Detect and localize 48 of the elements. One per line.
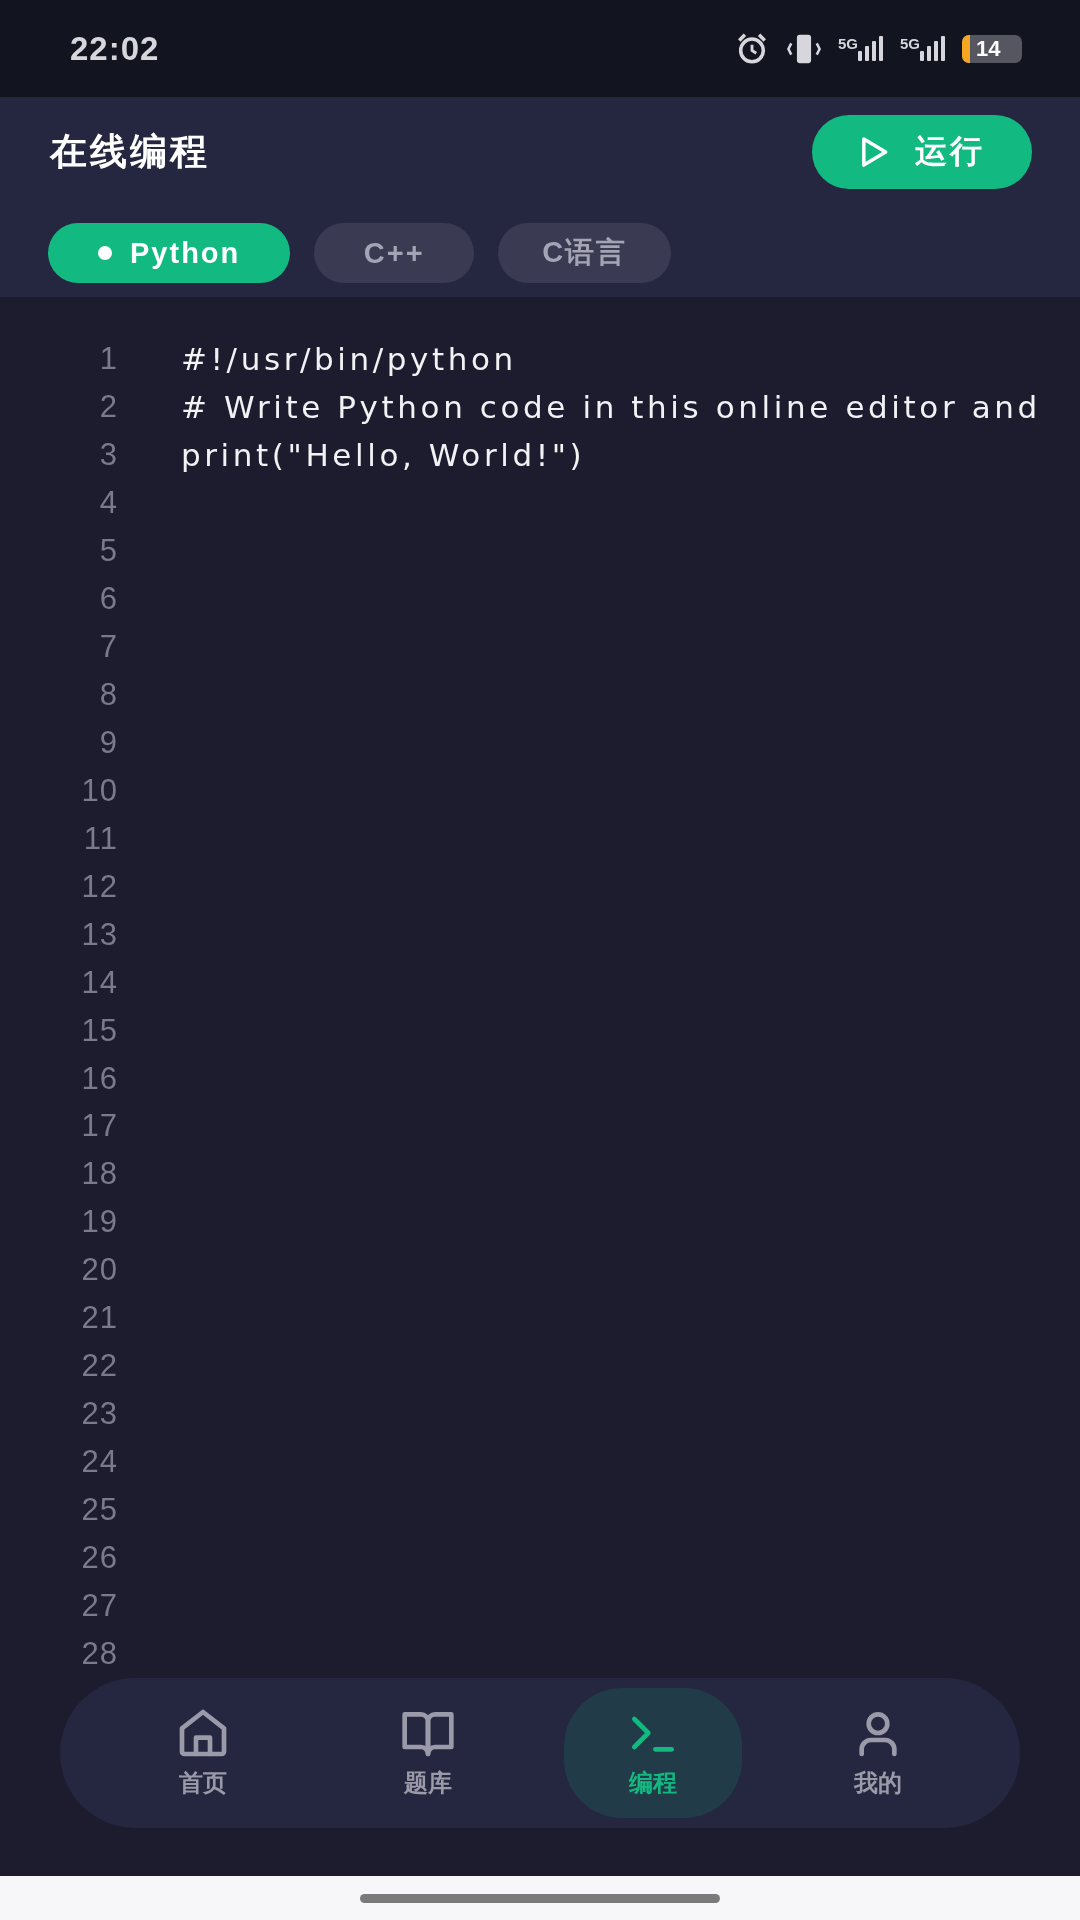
line-number: 7 xyxy=(98,628,118,665)
status-time: 22:02 xyxy=(70,29,161,68)
line-number: 13 xyxy=(80,916,118,953)
line-number: 25 xyxy=(80,1492,118,1529)
network-type: 5G xyxy=(900,34,920,52)
line-number: 20 xyxy=(80,1252,118,1289)
line-number: 27 xyxy=(80,1588,118,1625)
line-number: 16 xyxy=(80,1060,118,1097)
nav-item[interactable]: 题库 xyxy=(338,1688,517,1818)
line-number: 12 xyxy=(80,868,118,905)
play-icon xyxy=(859,136,889,168)
run-button[interactable]: 运行 xyxy=(812,115,1032,189)
line-number: 5 xyxy=(98,532,118,569)
line-number: 1 xyxy=(98,341,118,377)
line-number: 10 xyxy=(80,772,118,809)
line-number: 22 xyxy=(80,1348,118,1385)
code-line: #!/usr/bin/python xyxy=(181,341,517,377)
code-line: print("Hello, World!") xyxy=(181,436,586,473)
line-number: 15 xyxy=(80,1012,118,1049)
line-number: 21 xyxy=(80,1300,118,1337)
language-tab[interactable]: Python xyxy=(48,223,291,283)
line-number: 11 xyxy=(82,820,118,857)
battery-indicator: 14 xyxy=(962,34,1022,63)
line-number: 4 xyxy=(98,484,118,521)
nav-item[interactable]: 首页 xyxy=(113,1688,292,1818)
nav-item[interactable]: 编程 xyxy=(563,1688,742,1818)
line-number: 3 xyxy=(98,436,118,473)
line-number: 14 xyxy=(80,964,118,1001)
gesture-handle[interactable] xyxy=(360,1893,720,1903)
line-number: 23 xyxy=(80,1396,118,1433)
language-tab[interactable]: C语言 xyxy=(498,223,672,283)
signal-icon xyxy=(920,34,948,63)
line-number: 19 xyxy=(80,1204,118,1241)
line-number: 26 xyxy=(80,1540,118,1577)
line-number: 17 xyxy=(80,1108,118,1145)
nav-item[interactable]: 我的 xyxy=(788,1688,967,1818)
line-number: 24 xyxy=(80,1444,118,1481)
page-title: 在线编程 xyxy=(50,129,210,175)
network-type: 5G xyxy=(837,34,858,52)
line-number: 28 xyxy=(80,1636,118,1673)
line-number: 9 xyxy=(98,724,118,761)
line-number: 18 xyxy=(80,1156,118,1193)
language-tab[interactable]: C++ xyxy=(314,223,475,283)
code-line: # Write Python code in this online editor and xyxy=(181,388,1041,425)
signal-icon xyxy=(858,34,886,63)
line-number: 2 xyxy=(98,388,118,425)
line-number: 8 xyxy=(98,676,118,713)
line-number: 6 xyxy=(98,580,118,617)
